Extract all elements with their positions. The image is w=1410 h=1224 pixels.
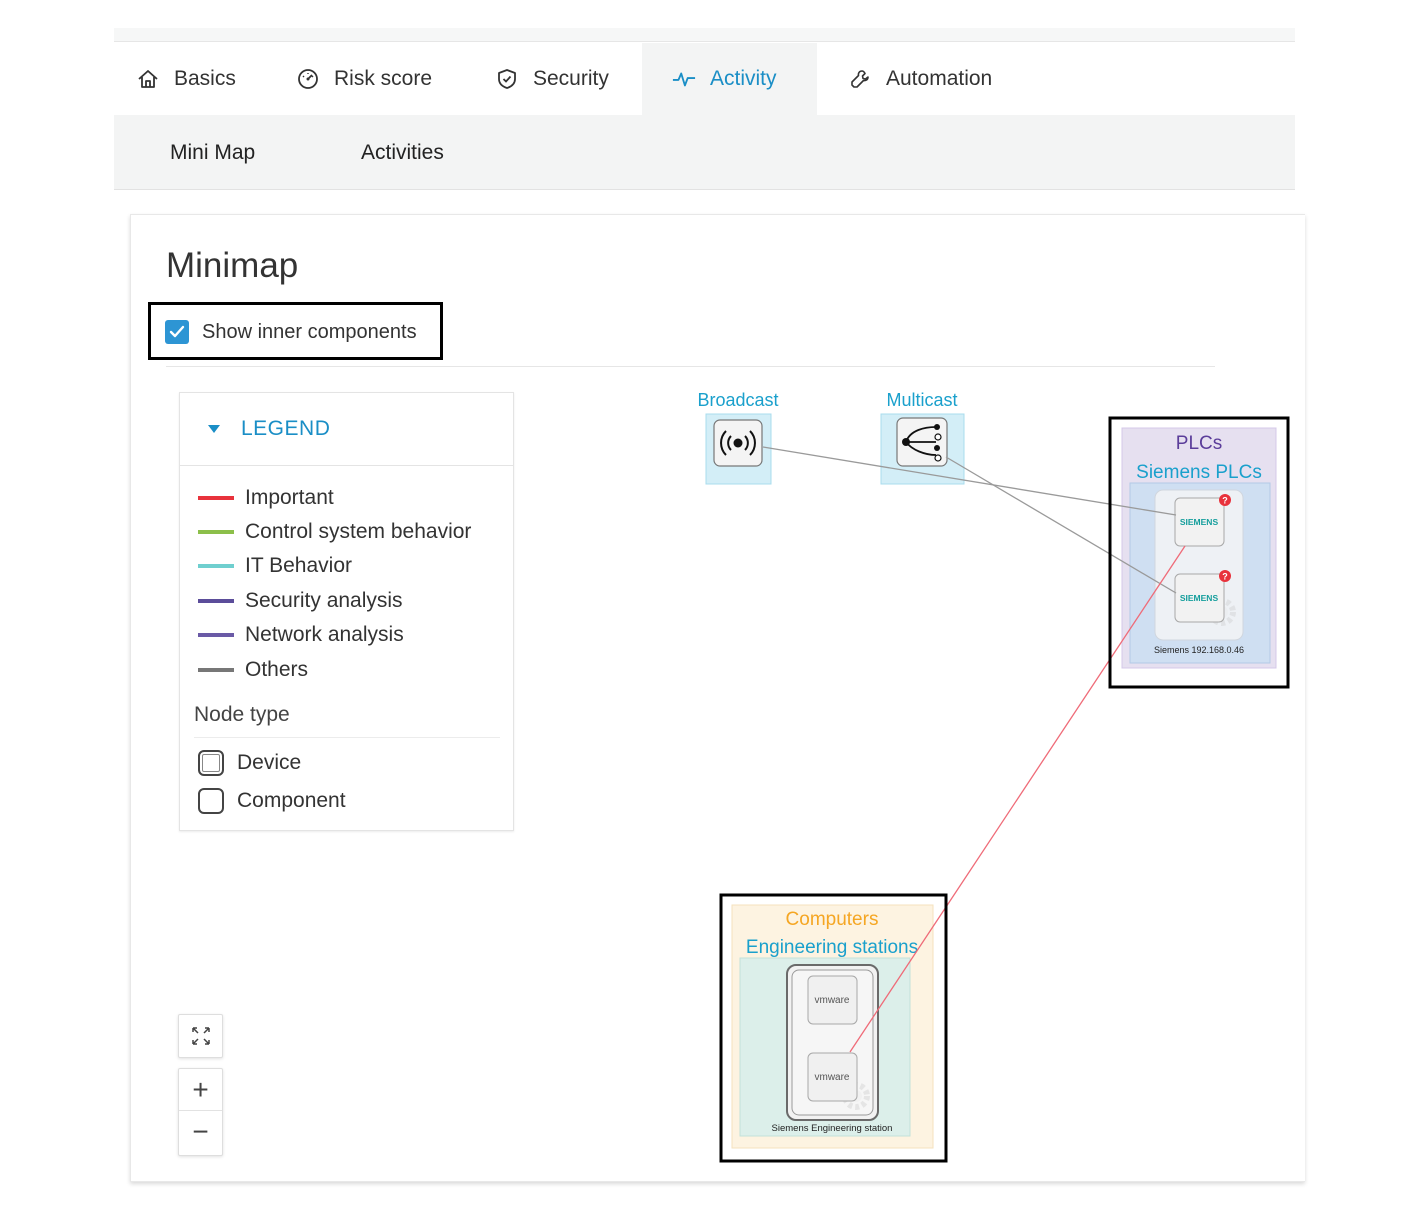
legend-item-network-analysis: Network analysis — [198, 622, 404, 648]
wrench-icon — [848, 67, 872, 91]
alert-badge-text: ? — [1222, 496, 1228, 506]
main-tabs: Basics Risk score Security Activity Auto… — [114, 43, 1295, 115]
legend-swatch — [198, 633, 234, 637]
tab-label: Risk score — [334, 67, 433, 90]
vmware-logo: vmware — [814, 995, 849, 1006]
tab-risk-score[interactable]: Risk score — [296, 43, 432, 115]
page-title: Minimap — [166, 246, 299, 285]
siemens-logo: SIEMENS — [1180, 517, 1219, 527]
multicast-label: Multicast — [886, 390, 957, 410]
plc-group-label: PLCs — [1176, 433, 1222, 454]
show-inner-components-label: Show inner components — [202, 320, 417, 343]
legend-title: LEGEND — [241, 417, 331, 440]
legend-label: Security analysis — [245, 589, 403, 612]
divider — [166, 366, 1215, 367]
activity-pulse-icon — [672, 67, 696, 91]
top-strip — [114, 28, 1295, 42]
legend-panel: LEGEND Important Control system behavior… — [179, 392, 514, 831]
legend-toggle[interactable]: LEGEND — [180, 393, 513, 466]
legend-label: Control system behavior — [245, 520, 472, 543]
node-type-label: Component — [237, 789, 346, 812]
zoom-out-button[interactable]: − — [179, 1111, 222, 1153]
plus-icon: + — [192, 1073, 209, 1105]
vmware-logo: vmware — [814, 1072, 849, 1083]
legend-label: Network analysis — [245, 623, 404, 646]
plc-device-label: Siemens 192.168.0.46 — [1154, 645, 1244, 655]
show-inner-components-toggle[interactable]: Show inner components — [165, 318, 417, 346]
legend-swatch — [198, 496, 234, 500]
legend-swatch — [198, 564, 234, 568]
node-type-component[interactable]: Component — [198, 786, 346, 816]
legend-swatch — [198, 530, 234, 534]
legend-item-important: Important — [198, 485, 334, 511]
fit-screen-icon — [191, 1027, 210, 1045]
legend-label: Others — [245, 658, 309, 681]
sub-navigation: Mini Map Activities — [114, 115, 1295, 190]
legend-item-others: Others — [198, 657, 308, 683]
plc-component-2[interactable]: SIEMENS ? — [1174, 570, 1231, 623]
caret-down-icon — [208, 425, 220, 433]
legend-label: IT Behavior — [245, 554, 352, 577]
plc-group[interactable]: PLCs Siemens PLCs SIEMENS ? SIEMENS ? Si… — [1121, 427, 1277, 669]
alert-badge-text: ? — [1222, 572, 1228, 582]
node-type-title: Node type — [194, 703, 290, 726]
node-type-label: Device — [237, 751, 302, 774]
computers-group[interactable]: Computers Engineering stations vmware vm… — [731, 904, 934, 1149]
tab-label: Basics — [174, 67, 236, 90]
tab-security[interactable]: Security — [495, 43, 609, 115]
minus-icon: − — [192, 1116, 209, 1147]
tab-basics[interactable]: Basics — [136, 43, 246, 115]
legend-label: Important — [245, 486, 334, 509]
tab-activity[interactable]: Activity — [642, 43, 817, 115]
legend-swatch — [198, 668, 234, 672]
check-icon — [169, 325, 185, 338]
fit-control — [178, 1014, 223, 1058]
siemens-logo: SIEMENS — [1180, 593, 1219, 603]
tab-automation[interactable]: Automation — [848, 43, 992, 115]
divider — [194, 737, 500, 738]
plc-component-1[interactable]: SIEMENS ? — [1174, 494, 1231, 547]
vm-component-2[interactable]: vmware — [807, 1052, 858, 1102]
home-icon — [136, 67, 160, 91]
shield-icon — [495, 67, 519, 91]
gauge-icon — [296, 67, 320, 91]
subnav-mini-map[interactable]: Mini Map — [170, 115, 255, 190]
component-node-icon — [198, 788, 224, 814]
zoom-in-button[interactable]: + — [179, 1069, 222, 1111]
vm-component-1[interactable]: vmware — [807, 975, 858, 1025]
zoom-control: + − — [178, 1068, 223, 1156]
plc-subgroup-label: Siemens PLCs — [1136, 462, 1262, 483]
legend-item-it-behavior: IT Behavior — [198, 553, 352, 579]
fit-screen-button[interactable] — [179, 1015, 222, 1057]
engineering-device-label: Siemens Engineering station — [772, 1123, 893, 1134]
engineering-subgroup-label: Engineering stations — [746, 937, 918, 958]
checkbox-checked[interactable] — [165, 320, 189, 344]
multicast-node[interactable]: Multicast — [880, 390, 965, 485]
tab-label: Automation — [886, 67, 993, 90]
legend-swatch — [198, 599, 234, 603]
device-node-icon — [198, 750, 224, 776]
tab-label: Activity — [710, 67, 777, 90]
broadcast-node[interactable]: Broadcast — [697, 390, 779, 485]
broadcast-label: Broadcast — [697, 390, 778, 410]
computers-group-label: Computers — [786, 909, 879, 930]
node-type-device[interactable]: Device — [198, 748, 301, 778]
subnav-activities[interactable]: Activities — [361, 115, 444, 190]
tab-label: Security — [533, 67, 609, 90]
legend-item-control-system: Control system behavior — [198, 519, 471, 545]
legend-item-security-analysis: Security analysis — [198, 588, 403, 614]
